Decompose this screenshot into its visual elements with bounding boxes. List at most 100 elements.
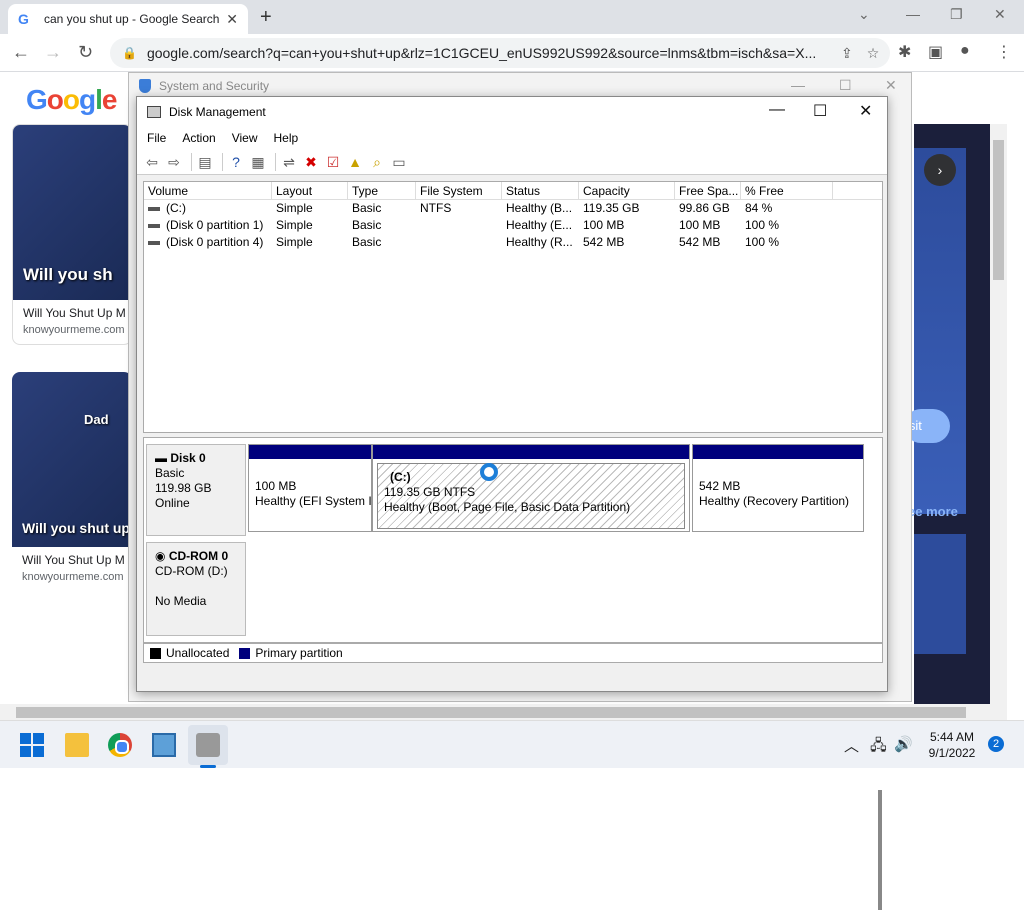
url-text[interactable]: google.com/search?q=can+you+shut+up&rlz=… xyxy=(147,45,827,61)
maximize-icon[interactable]: ☐ xyxy=(839,77,852,94)
column-header-percent-free[interactable]: % Free xyxy=(741,182,833,199)
tab-search-icon[interactable]: ⌄ xyxy=(858,6,870,23)
disk-management-titlebar[interactable]: Disk Management — ☐ ✕ xyxy=(137,97,887,127)
volume-row[interactable]: (Disk 0 partition 1) Simple Basic Health… xyxy=(144,217,882,234)
volume-row[interactable]: (Disk 0 partition 4) Simple Basic Health… xyxy=(144,234,882,251)
browser-tab[interactable]: G can you shut up - Google Search ✕ xyxy=(8,4,248,34)
page-vertical-scrollbar[interactable] xyxy=(990,124,1007,704)
share-icon[interactable]: ⇪ xyxy=(841,45,853,62)
see-more-link[interactable]: ee more xyxy=(908,504,958,519)
show-hidden-icons-chevron-icon[interactable]: ︿ xyxy=(844,735,859,756)
partition-recovery[interactable]: 542 MB Healthy (Recovery Partition) xyxy=(692,444,864,532)
maximize-icon[interactable]: ☐ xyxy=(813,101,827,121)
file-system-cell xyxy=(416,217,502,234)
extensions-icon[interactable]: ✱ xyxy=(898,42,911,62)
connect-icon[interactable]: ⇌ xyxy=(280,153,298,171)
partition-efi[interactable]: 100 MB Healthy (EFI System I xyxy=(248,444,372,532)
start-windows-icon[interactable] xyxy=(20,733,44,757)
control-panel-icon[interactable] xyxy=(152,733,176,757)
reload-icon[interactable]: ↻ xyxy=(78,42,93,63)
result-source[interactable]: knowyourmeme.com xyxy=(13,320,131,344)
related-image[interactable] xyxy=(914,534,966,654)
scrollbar-thumb[interactable] xyxy=(16,707,966,718)
disk-status: Online xyxy=(155,496,190,510)
view-icon[interactable]: ▭ xyxy=(390,153,408,171)
forward-icon[interactable]: → xyxy=(44,42,62,63)
disk-view-scrollbar[interactable] xyxy=(878,790,882,910)
cdrom-icon: ◉ xyxy=(155,549,169,563)
column-header-layout[interactable]: Layout xyxy=(272,182,348,199)
side-panel-icon[interactable]: ▣ xyxy=(928,42,943,62)
result-source[interactable]: knowyourmeme.com xyxy=(12,567,132,591)
search-icon[interactable]: ⌕ xyxy=(368,153,386,171)
minimize-icon[interactable]: — xyxy=(769,101,785,119)
image-result-card[interactable]: Will you sh Will You Shut Up M knowyourm… xyxy=(12,124,132,345)
menu-kebab-icon[interactable]: ⋮ xyxy=(996,42,1012,62)
disk-name: ▬ Disk 0 xyxy=(155,451,206,465)
google-logo[interactable]: Google xyxy=(26,84,117,116)
menu-help[interactable]: Help xyxy=(274,131,299,145)
column-header-free-space[interactable]: Free Spa... xyxy=(675,182,741,199)
scrollbar-thumb[interactable] xyxy=(993,140,1004,280)
cdrom-0-label[interactable]: ◉ CD-ROM 0 CD-ROM (D:) No Media xyxy=(146,542,246,636)
profile-avatar-icon[interactable]: ● xyxy=(960,42,970,60)
column-header-volume[interactable]: Volume xyxy=(144,182,272,199)
volume-cell: (Disk 0 partition 1) xyxy=(144,217,272,234)
close-tab-icon[interactable]: ✕ xyxy=(226,11,238,28)
help-icon[interactable]: ? xyxy=(227,153,245,171)
thumbnail-overlay-text: Dad xyxy=(84,412,109,427)
folder-up-icon[interactable]: ▲ xyxy=(346,153,364,171)
chrome-icon[interactable] xyxy=(108,733,132,757)
menu-view[interactable]: View xyxy=(232,131,258,145)
disk-0-label[interactable]: ▬ Disk 0 Basic 119.98 GB Online xyxy=(146,444,246,536)
address-bar[interactable]: 🔒 google.com/search?q=can+you+shut+up&rl… xyxy=(110,38,890,68)
result-title[interactable]: Will You Shut Up M xyxy=(13,300,131,320)
column-header-status[interactable]: Status xyxy=(502,182,579,199)
menu-file[interactable]: File xyxy=(147,131,166,145)
forward-icon[interactable]: ⇨ xyxy=(165,153,183,171)
volume-icon xyxy=(148,240,160,245)
next-arrow-icon[interactable]: › xyxy=(924,154,956,186)
close-icon[interactable]: ✕ xyxy=(859,101,872,121)
capacity-cell: 119.35 GB xyxy=(583,201,640,215)
result-title[interactable]: Will You Shut Up M xyxy=(12,547,132,567)
disk-management-taskbar-icon[interactable] xyxy=(196,733,220,757)
partition-size: 100 MB xyxy=(255,479,297,493)
volume-row[interactable]: (C:) Simple Basic NTFS Healthy (B... 119… xyxy=(144,200,882,217)
time: 5:44 AM xyxy=(929,730,975,744)
properties-icon[interactable]: ▦ xyxy=(249,153,267,171)
network-icon[interactable]: 🖧 xyxy=(870,735,887,760)
result-thumbnail[interactable]: Will you sh xyxy=(13,125,131,300)
show-hide-tree-icon[interactable]: ▤ xyxy=(196,153,214,171)
minimize-icon[interactable]: — xyxy=(906,6,920,22)
minimize-icon[interactable]: — xyxy=(791,77,805,93)
menu-action[interactable]: Action xyxy=(182,131,215,145)
bookmark-star-icon[interactable]: ☆ xyxy=(867,45,880,62)
new-tab-button[interactable]: + xyxy=(260,6,272,29)
file-explorer-icon[interactable] xyxy=(65,733,89,757)
back-icon[interactable]: ← xyxy=(12,42,30,63)
column-header-type[interactable]: Type xyxy=(348,182,416,199)
restore-icon[interactable]: ❐ xyxy=(950,6,963,23)
page-horizontal-scrollbar[interactable] xyxy=(0,704,1007,721)
lock-icon[interactable]: 🔒 xyxy=(122,46,137,60)
notification-badge[interactable]: 2 xyxy=(988,736,1004,752)
checklist-icon[interactable]: ☑ xyxy=(324,153,342,171)
shield-icon xyxy=(139,79,151,93)
browser-toolbar: ← → ↻ 🔒 google.com/search?q=can+you+shut… xyxy=(0,34,1024,72)
clock[interactable]: 5:44 AM 9/1/2022 xyxy=(920,729,984,761)
image-result-card[interactable]: Dad Will you shut up Will You Shut Up M … xyxy=(12,372,132,591)
close-icon[interactable]: ✕ xyxy=(885,77,897,94)
partition-c[interactable]: (C:) 119.35 GB NTFS Healthy (Boot, Page … xyxy=(372,444,690,532)
back-icon[interactable]: ⇦ xyxy=(143,153,161,171)
status-cell: Healthy (B... xyxy=(506,201,573,215)
close-window-icon[interactable]: ✕ xyxy=(994,6,1006,23)
preview-image[interactable] xyxy=(914,148,966,514)
column-header-file-system[interactable]: File System xyxy=(416,182,502,199)
percent-free-cell: 84 % xyxy=(745,201,773,215)
result-thumbnail[interactable]: Dad Will you shut up xyxy=(12,372,132,547)
delete-icon[interactable]: ✖ xyxy=(302,153,320,171)
volume-icon[interactable]: 🔊 xyxy=(894,735,913,753)
column-header-capacity[interactable]: Capacity xyxy=(579,182,675,199)
tab-title: can you shut up - Google Search xyxy=(44,12,220,26)
